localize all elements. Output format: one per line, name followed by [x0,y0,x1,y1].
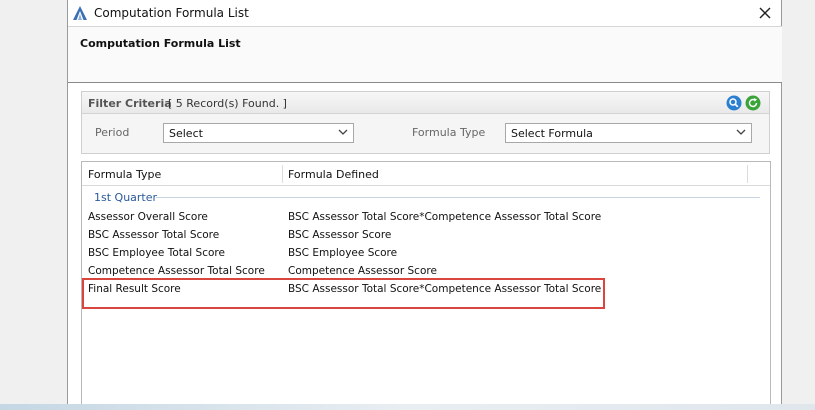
formula-defined-cell: Competence Assessor Score [288,265,437,277]
chevron-down-icon [338,129,348,135]
column-header-formula-type[interactable]: Formula Type [88,168,161,181]
period-select[interactable]: Select [163,123,354,143]
table-row[interactable]: BSC Employee Total Score BSC Employee Sc… [82,244,770,262]
period-select-value: Select [169,126,203,140]
chevron-down-icon [736,129,746,135]
header-panel: Computation Formula List [68,26,782,83]
window-title: Computation Formula List [94,6,249,20]
column-divider[interactable] [282,165,283,183]
grid-header: Formula Type Formula Defined [82,162,770,186]
app-logo-icon [73,6,87,20]
formula-type-cell: Assessor Overall Score [88,211,208,223]
formula-type-select[interactable]: Select Formula [505,123,752,143]
close-button[interactable] [755,3,775,23]
column-divider[interactable] [747,165,748,183]
formula-defined-cell: BSC Assessor Total Score*Competence Asse… [288,211,602,223]
formula-type-select-value: Select Formula [511,126,593,140]
table-row[interactable]: BSC Assessor Total Score BSC Assessor Sc… [82,226,770,244]
table-row[interactable]: Assessor Overall Score BSC Assessor Tota… [82,208,770,226]
title-bar[interactable]: Computation Formula List [68,0,781,26]
formula-type-cell: BSC Assessor Total Score [88,229,220,241]
period-label: Period [95,126,130,139]
group-divider-line [156,197,760,198]
filter-criteria-label: Filter Criteria [88,97,172,110]
column-header-formula-defined[interactable]: Formula Defined [288,168,379,181]
formula-defined-cell: BSC Employee Score [288,247,398,259]
group-label: 1st Quarter [94,191,158,204]
taskbar-strip [0,404,815,410]
refresh-icon[interactable] [745,95,761,111]
close-icon [759,7,771,19]
formula-type-cell: Competence Assessor Total Score [88,265,265,277]
filter-criteria-panel: Filter Criteria [ 5 Record(s) Found. ] P… [81,91,770,154]
page-title: Computation Formula List [80,37,241,50]
computation-formula-window: Computation Formula List Computation For… [67,0,782,410]
group-row[interactable]: 1st Quarter [82,189,770,205]
highlight-annotation-box [82,278,605,309]
formula-type-cell: BSC Employee Total Score [88,247,225,259]
formula-type-label: Formula Type [412,126,486,139]
filter-header: Filter Criteria [ 5 Record(s) Found. ] [82,92,769,114]
search-icon[interactable] [726,95,742,111]
records-found-count: [ 5 Record(s) Found. ] [168,97,287,110]
formula-defined-cell: BSC Assessor Score [288,229,392,241]
